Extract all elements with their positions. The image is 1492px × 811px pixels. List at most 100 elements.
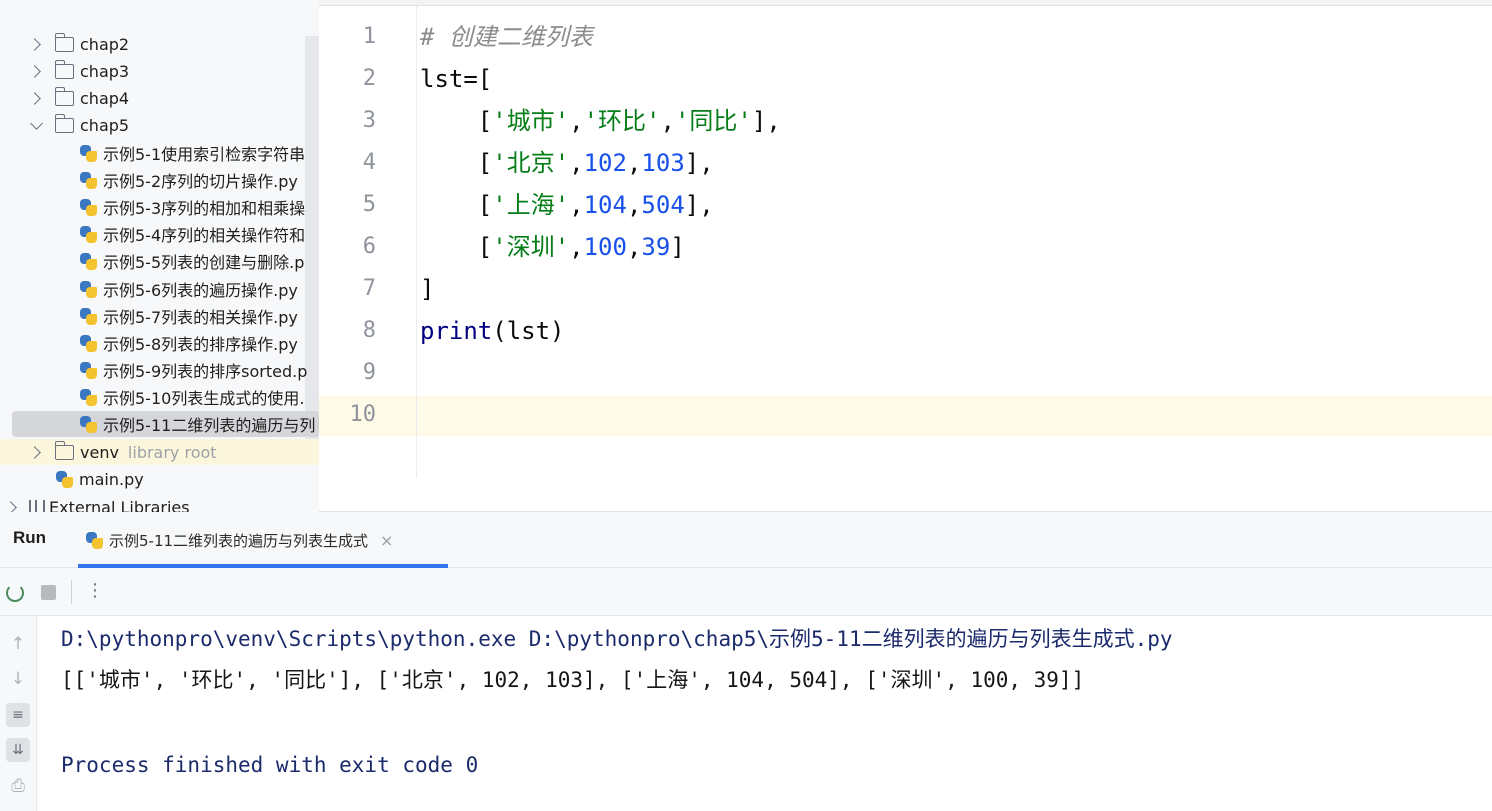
tree-file-label: 示例5-10列表生成式的使用. bbox=[103, 389, 305, 408]
tree-file-label: main.py bbox=[79, 469, 144, 489]
code-string: '上海' bbox=[492, 191, 570, 219]
chevron-right-icon[interactable] bbox=[28, 91, 41, 105]
chevron-right-icon[interactable] bbox=[28, 445, 41, 459]
current-line-highlight bbox=[319, 396, 1492, 436]
run-panel-title: Run bbox=[13, 528, 47, 547]
chevron-right-icon[interactable] bbox=[4, 500, 17, 512]
run-tool-window-header: Run 示例5-11二维列表的遍历与列表生成式 × bbox=[0, 512, 1492, 568]
chevron-down-icon[interactable] bbox=[30, 116, 43, 130]
tree-item-label: chap4 bbox=[80, 88, 130, 108]
tree-file-label: 示例5-5列表的创建与删除.p bbox=[103, 253, 305, 272]
tree-item-chap2[interactable]: chap2 bbox=[0, 31, 319, 57]
tree-item-chap5[interactable]: chap5 bbox=[0, 112, 319, 138]
tree-file-label: 示例5-1使用索引检索字符串 bbox=[103, 145, 306, 164]
tree-item-venv[interactable]: venv library root bbox=[0, 439, 319, 465]
code-line: lst=[ bbox=[420, 65, 493, 93]
toolbar-divider bbox=[71, 580, 72, 604]
tree-file[interactable]: 示例5-4序列的相关操作符和 bbox=[0, 221, 319, 247]
tree-file[interactable]: 示例5-3序列的相加和相乘操 bbox=[0, 194, 319, 220]
tree-file-label: 示例5-6列表的遍历操作.py bbox=[103, 281, 298, 300]
code-token: (lst) bbox=[492, 317, 565, 345]
console-output-line: [['城市', '环比', '同比'], ['北京', 102, 103], [… bbox=[61, 668, 1085, 692]
tree-file-label: 示例5-11二维列表的遍历与列 bbox=[103, 416, 316, 435]
code-line-comment: # 创建二维列表 bbox=[420, 23, 593, 51]
line-number: 3 bbox=[362, 108, 376, 133]
close-icon[interactable]: × bbox=[380, 531, 393, 550]
code-token: ], bbox=[751, 107, 781, 135]
line-number: 10 bbox=[349, 402, 377, 427]
code-string: '环比' bbox=[583, 107, 661, 135]
tree-file[interactable]: 示例5-9列表的排序sorted.p bbox=[0, 357, 319, 383]
python-file-icon bbox=[80, 334, 97, 352]
soft-wrap-icon[interactable]: ≡ bbox=[6, 703, 30, 727]
tree-file[interactable]: 示例5-1使用索引检索字符串 bbox=[0, 140, 319, 166]
code-string: '城市' bbox=[492, 107, 570, 135]
scroll-to-end-icon[interactable]: ⇊ bbox=[6, 738, 30, 762]
library-icon bbox=[29, 500, 45, 512]
chevron-right-icon[interactable] bbox=[28, 64, 41, 78]
code-line: ['城市','环比','同比'], bbox=[420, 100, 781, 142]
print-icon[interactable]: ⎙ bbox=[6, 774, 30, 798]
code-editor[interactable]: 1 2 3 4 5 6 7 8 9 10 # 创建二维列表 lst=[ ['城市… bbox=[319, 0, 1492, 512]
tree-file[interactable]: 示例5-6列表的遍历操作.py bbox=[0, 276, 319, 302]
folder-icon bbox=[54, 32, 74, 52]
tree-file-label: 示例5-2序列的切片操作.py bbox=[103, 172, 298, 191]
tree-file[interactable]: 示例5-5列表的创建与删除.p bbox=[0, 248, 319, 274]
code-token: [ bbox=[420, 191, 493, 219]
tree-file-label: 示例5-4序列的相关操作符和 bbox=[103, 226, 306, 245]
arrow-down-icon[interactable]: ↓ bbox=[6, 667, 30, 691]
console-command-line: D:\pythonpro\venv\Scripts\python.exe D:\… bbox=[61, 627, 1173, 651]
tree-file[interactable]: 示例5-8列表的排序操作.py bbox=[0, 330, 319, 356]
python-file-icon bbox=[80, 198, 97, 216]
stop-icon[interactable] bbox=[41, 585, 56, 600]
code-token: [ bbox=[420, 107, 493, 135]
folder-icon bbox=[54, 440, 74, 460]
more-options-icon[interactable]: ⋮ bbox=[86, 581, 104, 601]
rerun-icon[interactable] bbox=[6, 584, 24, 602]
line-number: 9 bbox=[362, 360, 376, 385]
tree-file[interactable]: 示例5-10列表生成式的使用. bbox=[0, 384, 319, 410]
tree-file-label: 示例5-9列表的排序sorted.p bbox=[103, 362, 308, 381]
code-line: print(lst) bbox=[420, 310, 565, 352]
chevron-right-icon[interactable] bbox=[28, 37, 41, 51]
run-tab-label: 示例5-11二维列表的遍历与列表生成式 bbox=[109, 531, 369, 550]
code-token: ], bbox=[684, 191, 714, 219]
tree-file-label: 示例5-8列表的排序操作.py bbox=[103, 335, 298, 354]
code-string: '北京' bbox=[492, 149, 570, 177]
code-token: , bbox=[660, 107, 675, 135]
line-number: 4 bbox=[362, 150, 376, 175]
console-output[interactable]: D:\pythonpro\venv\Scripts\python.exe D:\… bbox=[37, 616, 1492, 811]
code-number: 39 bbox=[641, 233, 671, 261]
tree-item-label: venv bbox=[80, 442, 119, 462]
tree-file[interactable]: 示例5-2序列的切片操作.py bbox=[0, 167, 319, 193]
code-token: ], bbox=[684, 149, 714, 177]
tree-item-chap3[interactable]: chap3 bbox=[0, 58, 319, 84]
code-line: ['北京',102,103], bbox=[420, 142, 714, 184]
code-line: ['深圳',100,39] bbox=[420, 226, 685, 268]
project-tree: chap2 chap3 chap4 chap5 示例5-1使用索引检索字符串 示… bbox=[0, 0, 319, 512]
python-file-icon bbox=[80, 415, 97, 433]
line-number: 6 bbox=[362, 234, 376, 259]
code-number: 102 bbox=[583, 149, 627, 177]
python-file-icon bbox=[80, 307, 97, 325]
folder-icon bbox=[54, 59, 74, 79]
line-number: 8 bbox=[362, 318, 376, 343]
python-file-icon bbox=[86, 531, 103, 549]
tree-item-external-libraries[interactable]: External Libraries bbox=[0, 494, 319, 512]
python-file-icon bbox=[80, 361, 97, 379]
code-token: , bbox=[569, 191, 584, 219]
run-config-tab[interactable]: 示例5-11二维列表的遍历与列表生成式 × bbox=[78, 512, 448, 568]
console-exit-status: Process finished with exit code 0 bbox=[61, 753, 479, 777]
tree-file[interactable]: 示例5-7列表的相关操作.py bbox=[0, 303, 319, 329]
editor-bottom-area bbox=[319, 478, 1492, 512]
code-line: ] bbox=[420, 275, 435, 303]
python-file-icon bbox=[80, 225, 97, 243]
tree-item-chap4[interactable]: chap4 bbox=[0, 85, 319, 111]
code-token: , bbox=[569, 233, 584, 261]
code-number: 103 bbox=[641, 149, 685, 177]
tree-file-selected[interactable]: 示例5-11二维列表的遍历与列 bbox=[12, 411, 319, 437]
tree-item-label: chap3 bbox=[80, 61, 130, 81]
tree-item-label: chap5 bbox=[80, 115, 130, 135]
arrow-up-icon[interactable]: ↑ bbox=[6, 632, 30, 656]
tree-file-main[interactable]: main.py bbox=[0, 466, 319, 492]
